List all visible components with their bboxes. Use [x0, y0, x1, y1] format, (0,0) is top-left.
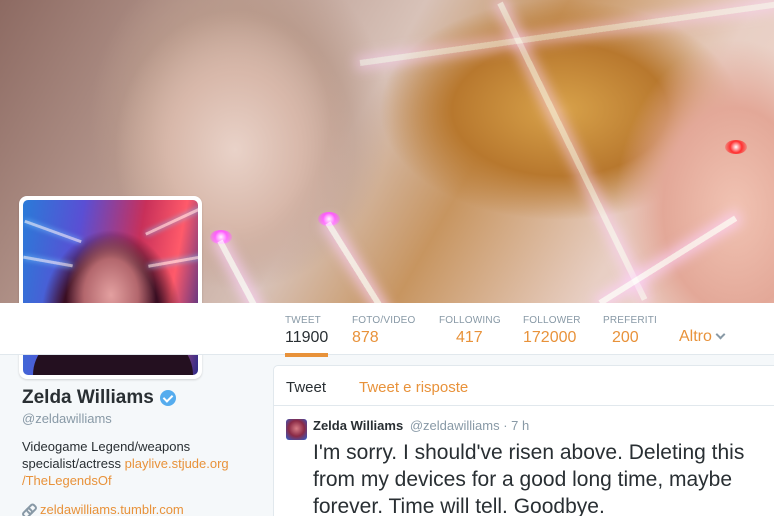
avatar-light-ray: [24, 219, 82, 244]
stat-value: 172000: [523, 329, 577, 346]
profile-handle[interactable]: @zeldawilliams: [22, 411, 257, 426]
bio-link[interactable]: /TheLegendsOf: [22, 473, 112, 488]
chevron-down-icon: [715, 329, 726, 340]
avatar-light-ray: [148, 255, 198, 268]
stat-favorites[interactable]: PREFERITI 200: [603, 315, 657, 347]
stat-value: 878: [352, 329, 379, 346]
tweet-text: I'm sorry. I should've risen above. Dele…: [313, 441, 745, 516]
stat-value: 417: [456, 329, 483, 346]
profile-bio: Videogame Legend/weapons specialist/actr…: [22, 438, 257, 489]
more-label: Altro: [679, 328, 712, 345]
laser-beam: [217, 239, 265, 303]
profile-nav-bar: TWEET 11900 FOTO/VIDEO 878 FOLLOWING 417…: [0, 303, 774, 357]
tweet-item[interactable]: Zelda Williams @zeldawilliams · 7 h I'm …: [274, 406, 774, 516]
laser-beam: [359, 1, 774, 66]
tweet-author-name[interactable]: Zelda Williams: [313, 418, 403, 433]
stat-label: FOTO/VIDEO: [352, 315, 416, 326]
stat-followers[interactable]: FOLLOWER 172000: [523, 315, 581, 347]
link-icon: [22, 504, 34, 516]
tab-tweets[interactable]: Tweet: [286, 379, 326, 396]
stat-label: FOLLOWER: [523, 315, 581, 326]
timeline-tabs: Tweet Tweet e risposte: [274, 366, 774, 406]
stat-label: TWEET: [285, 315, 321, 326]
stat-label: FOLLOWING: [439, 315, 501, 326]
profile-website-link[interactable]: zeldawilliams.tumblr.com: [40, 502, 184, 516]
laser-eye-glow: [725, 140, 747, 154]
stat-following[interactable]: FOLLOWING 417: [439, 315, 501, 347]
laser-beam: [325, 221, 389, 303]
more-dropdown[interactable]: Altro: [679, 328, 726, 346]
laser-beam: [598, 215, 738, 303]
verified-badge-icon: [159, 390, 176, 406]
tweet-header: Zelda Williams @zeldawilliams · 7 h: [313, 418, 774, 433]
stat-label: PREFERITI: [603, 315, 658, 326]
avatar-light-ray: [145, 207, 198, 236]
tab-tweets-and-replies[interactable]: Tweet e risposte: [359, 379, 468, 396]
profile-website-row: zeldawilliams.tumblr.com: [22, 502, 257, 516]
avatar-light-ray: [23, 255, 73, 268]
stat-value: 200: [612, 329, 639, 346]
tweet-author-handle[interactable]: @zeldawilliams · 7 h: [410, 418, 529, 433]
timeline-panel: Tweet Tweet e risposte Zelda Williams @z…: [273, 365, 774, 516]
stat-tweets[interactable]: TWEET 11900: [285, 315, 329, 357]
stat-value: 11900: [285, 329, 329, 346]
bio-link[interactable]: playlive.stjude.org: [125, 456, 229, 471]
profile-name[interactable]: Zelda Williams: [22, 387, 154, 409]
stat-photo-video[interactable]: FOTO/VIDEO 878: [352, 315, 416, 347]
profile-info-panel: Zelda Williams @zeldawilliams Videogame …: [22, 387, 257, 516]
laser-beam: [497, 1, 648, 301]
tweet-author-avatar[interactable]: [286, 419, 307, 440]
